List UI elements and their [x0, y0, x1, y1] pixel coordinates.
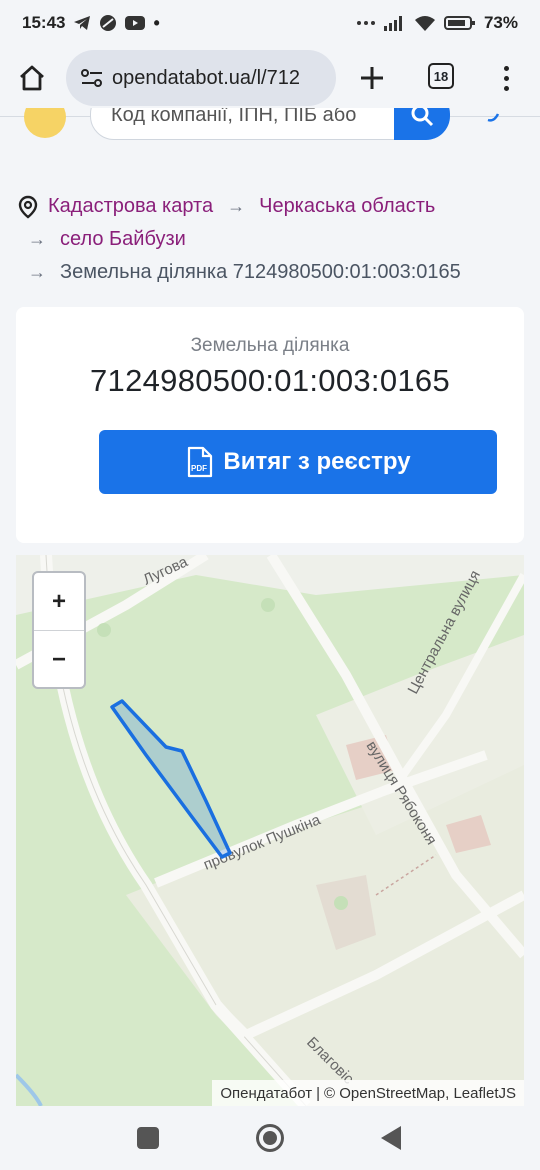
breadcrumb-current: Земельна ділянка 7124980500:01:003:0165	[60, 261, 461, 283]
signal-icon	[383, 16, 402, 31]
status-bar: 15:43 • 73%	[0, 0, 540, 46]
breadcrumb-row: → село Байбузи	[18, 223, 528, 256]
status-time: 15:43	[22, 13, 66, 32]
status-left: 15:43 •	[22, 13, 160, 34]
attribution-osm-link[interactable]: © OpenStreetMap, LeafletJS	[324, 1085, 516, 1102]
vpn-icon	[100, 15, 117, 31]
attribution-separator: |	[316, 1084, 320, 1102]
tree-marker	[334, 896, 348, 910]
page-content: Код компанії, ІПН, ПІБ або Кадастрова ка…	[0, 108, 540, 1106]
youtube-icon	[125, 16, 146, 30]
search-input[interactable]: Код компанії, ІПН, ПІБ або	[90, 108, 400, 140]
map-attribution: Опендатабот | © OpenStreetMap, LeafletJS	[212, 1080, 524, 1106]
home-dot	[263, 1131, 277, 1145]
attribution-owner-link[interactable]: Опендатабот	[220, 1085, 312, 1102]
registry-extract-button[interactable]: PDF Витяг з реєстру	[99, 430, 497, 494]
home-button[interactable]	[14, 60, 50, 96]
more-notifications-icon: •	[153, 12, 160, 33]
site-settings-icon[interactable]	[80, 67, 104, 89]
search-icon	[411, 108, 434, 127]
parcel-label: Земельна ділянка	[190, 335, 350, 356]
tree-marker	[97, 623, 111, 637]
cadastral-map[interactable]: Лугова Центральна вулиця вулиця Рябоконя…	[16, 555, 524, 1106]
url-text: opendatabot.ua/l/712	[112, 66, 300, 89]
site-logo[interactable]	[24, 108, 66, 138]
breadcrumb-link-region[interactable]: Черкаська область	[259, 190, 435, 223]
parcel-cadastral-number: 7124980500:01:003:0165	[89, 363, 450, 398]
tab-switcher-button[interactable]: 18	[428, 63, 454, 89]
tree-marker	[261, 598, 275, 612]
menu-dot	[503, 75, 509, 81]
back-button[interactable]	[381, 1126, 401, 1150]
zoom-out-button[interactable]: −	[34, 631, 84, 687]
plus-icon	[361, 67, 383, 89]
status-right: 73%	[356, 13, 518, 33]
more-icon	[356, 21, 375, 25]
breadcrumb-arrow: →	[28, 229, 46, 249]
browser-menu-button[interactable]	[494, 60, 518, 96]
breadcrumb-row: → Земельна ділянка 7124980500:01:003:016…	[18, 256, 528, 289]
recents-button[interactable]	[137, 1127, 159, 1149]
zoom-in-button[interactable]: +	[34, 573, 84, 630]
pdf-icon: PDF	[188, 446, 213, 478]
system-home-button[interactable]	[256, 1124, 284, 1152]
breadcrumb-arrow: →	[28, 262, 46, 282]
parcel-card: Земельна ділянка 7124980500:01:003:0165 …	[16, 307, 524, 543]
map-zoom-control: + −	[32, 571, 86, 689]
pdf-icon-text: PDF	[191, 464, 207, 473]
wifi-icon	[414, 16, 435, 31]
breadcrumb-row: Кадастрова карта → Черкаська область	[18, 190, 528, 223]
breadcrumb-arrow: →	[227, 196, 246, 216]
menu-dot	[503, 65, 509, 71]
breadcrumb-link-cadastral-map[interactable]: Кадастрова карта	[48, 190, 213, 223]
new-tab-button[interactable]	[354, 60, 390, 96]
telegram-icon	[74, 16, 91, 30]
browser-toolbar: opendatabot.ua/l/712 18	[0, 46, 540, 108]
search-placeholder: Код компанії, ІПН, ПІБ або	[111, 108, 357, 126]
breadcrumb: Кадастрова карта → Черкаська область → с…	[18, 190, 528, 289]
map-tiles[interactable]: Лугова Центральна вулиця вулиця Рябоконя…	[16, 555, 524, 1106]
battery-level: 73%	[483, 13, 518, 32]
breadcrumb-link-village[interactable]: село Байбузи	[60, 223, 186, 256]
menu-dot	[503, 85, 509, 91]
battery-icon	[443, 16, 475, 30]
registry-extract-label: Витяг з реєстру	[223, 448, 411, 475]
search-button[interactable]	[394, 108, 450, 140]
location-pin-icon	[18, 195, 38, 219]
system-nav-bar	[0, 1106, 540, 1170]
home-icon	[20, 65, 44, 91]
url-bar[interactable]: opendatabot.ua/l/712	[66, 50, 336, 106]
header-edge-icon[interactable]	[486, 108, 502, 124]
